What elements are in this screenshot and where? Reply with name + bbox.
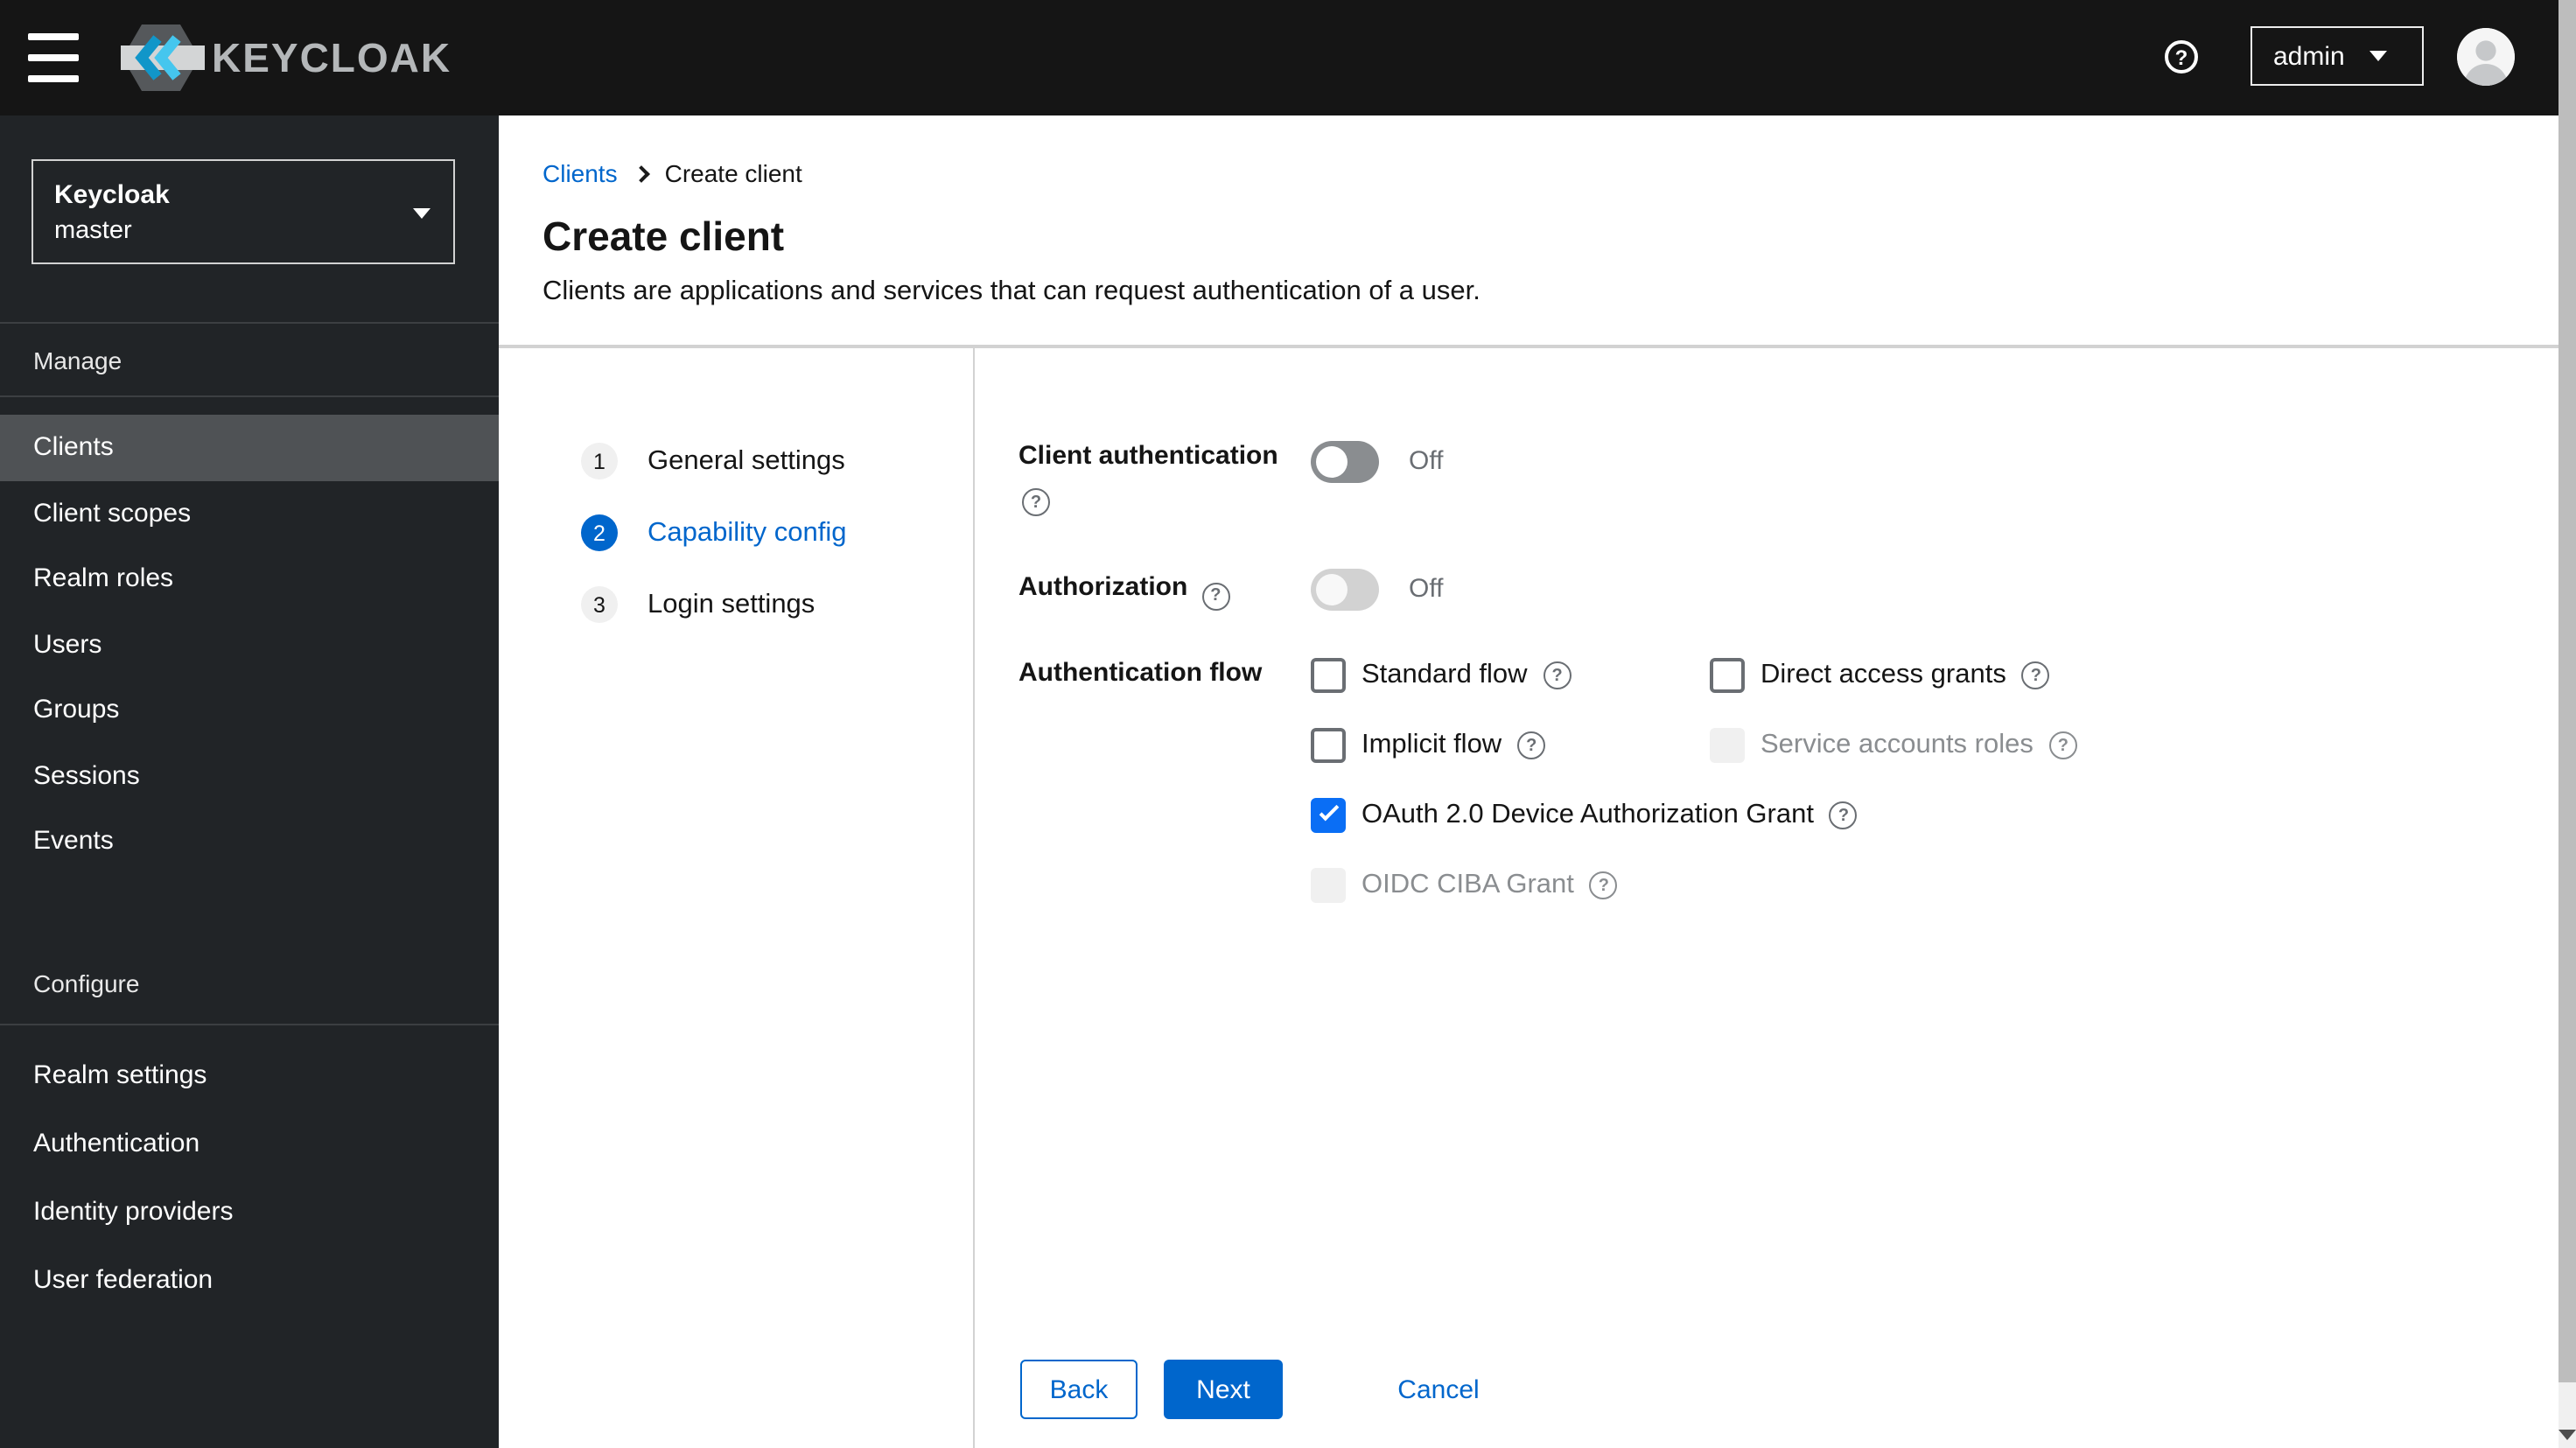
toggle-knob [1316, 446, 1348, 478]
scrollbar-thumb[interactable] [2558, 0, 2576, 1382]
chevron-down-icon [2369, 51, 2387, 61]
user-dropdown[interactable]: admin [2250, 26, 2424, 86]
breadcrumb-current: Create client [664, 159, 802, 187]
checkbox-implicit-flow[interactable]: Implicit flow ? [1311, 728, 1710, 763]
page-subtitle: Clients are applications and services th… [542, 276, 1480, 306]
next-button[interactable]: Next [1164, 1360, 1283, 1419]
divider [0, 322, 499, 324]
help-icon[interactable]: ? [1201, 582, 1230, 610]
sidebar-item-realm-roles[interactable]: Realm roles [0, 546, 499, 612]
sidebar-item-identity-providers[interactable]: Identity providers [0, 1178, 499, 1246]
checkbox-direct-access-grants[interactable]: Direct access grants ? [1710, 658, 2077, 693]
wizard-step-capability-config[interactable]: 2 Capability config [581, 497, 846, 569]
step-number: 2 [581, 514, 618, 551]
chevron-down-icon [413, 208, 430, 219]
client-authentication-toggle[interactable] [1311, 441, 1379, 483]
sidebar-item-events[interactable]: Events [0, 808, 499, 874]
checkbox[interactable] [1311, 798, 1346, 833]
checkbox-standard-flow[interactable]: Standard flow ? [1311, 658, 1710, 693]
checkbox [1710, 728, 1745, 763]
sidebar-item-clients[interactable]: Clients [0, 415, 499, 480]
checkbox[interactable] [1710, 658, 1745, 693]
sidebar-item-realm-settings[interactable]: Realm settings [0, 1041, 499, 1109]
user-dropdown-label: admin [2273, 41, 2345, 71]
help-icon[interactable]: ? [2021, 661, 2050, 689]
authentication-flow-label: Authentication flow [1018, 658, 1263, 688]
authorization-label: Authorization? [1018, 572, 1230, 610]
help-icon[interactable]: ? [1022, 488, 1050, 516]
authentication-flow-options: Standard flow ? Direct access grants ? I… [1311, 658, 2077, 938]
sidebar-item-client-scopes[interactable]: Client scopes [0, 480, 499, 546]
divider [0, 1024, 499, 1025]
manage-nav-list: Clients Client scopes Realm roles Users … [0, 415, 499, 874]
help-icon[interactable]: ? [1517, 731, 1546, 759]
authorization-state: Off [1409, 574, 1444, 604]
sidebar: Keycloak master Manage Clients Client sc… [0, 115, 499, 1448]
nav-toggle-button[interactable] [28, 33, 80, 82]
realm-selector-value: master [54, 216, 132, 244]
checkmark-icon [1318, 800, 1339, 821]
help-icon[interactable]: ? [2048, 731, 2077, 759]
chevron-right-icon [632, 164, 650, 182]
sidebar-item-authentication[interactable]: Authentication [0, 1109, 499, 1178]
help-icon[interactable]: ? [1543, 661, 1572, 689]
wizard-step-general-settings[interactable]: 1 General settings [581, 425, 846, 497]
configure-nav-list: Realm settings Authentication Identity p… [0, 1041, 499, 1314]
vertical-scrollbar[interactable] [2558, 0, 2576, 1448]
keycloak-logo: KEYCLOAK [117, 23, 488, 101]
cancel-button[interactable]: Cancel [1393, 1360, 1484, 1419]
divider [0, 395, 499, 397]
brand-wordmark: KEYCLOAK [212, 35, 452, 80]
scroll-down-arrow-icon[interactable] [2558, 1430, 2576, 1440]
realm-selector[interactable]: Keycloak master [32, 159, 455, 264]
main-content: Clients Create client Create client Clie… [499, 115, 2576, 1448]
nav-section-configure: Configure [33, 969, 140, 997]
help-icon[interactable]: ? [1589, 871, 1618, 899]
sidebar-item-users[interactable]: Users [0, 612, 499, 677]
checkbox-oidc-ciba-grant: OIDC CIBA Grant ? [1311, 868, 2077, 903]
realm-selector-title: Keycloak [54, 179, 170, 209]
step-label: Login settings [648, 589, 816, 619]
checkbox[interactable] [1311, 728, 1346, 763]
back-button[interactable]: Back [1020, 1360, 1138, 1419]
wizard-nav: 1 General settings 2 Capability config 3… [499, 348, 975, 1448]
breadcrumb-clients-link[interactable]: Clients [542, 159, 618, 187]
step-label: General settings [648, 445, 845, 475]
sidebar-item-sessions[interactable]: Sessions [0, 743, 499, 808]
step-number: 1 [581, 443, 618, 479]
help-icon[interactable]: ? [2165, 40, 2198, 73]
breadcrumb: Clients Create client [542, 159, 802, 187]
client-authentication-label: Client authentication [1018, 441, 1278, 471]
checkbox[interactable] [1311, 658, 1346, 693]
avatar[interactable] [2457, 28, 2515, 86]
checkbox [1311, 868, 1346, 903]
authorization-toggle [1311, 569, 1379, 611]
client-authentication-state: Off [1409, 446, 1444, 476]
masthead: KEYCLOAK ? admin [0, 0, 2576, 115]
toggle-knob [1316, 574, 1348, 605]
checkbox-service-accounts-roles: Service accounts roles ? [1710, 728, 2077, 763]
nav-section-manage: Manage [33, 346, 122, 374]
step-label: Capability config [648, 517, 847, 547]
app-window: KEYCLOAK ? admin Keycloak master Manage … [0, 0, 2576, 1448]
checkbox-oauth-device-authorization-grant[interactable]: OAuth 2.0 Device Authorization Grant ? [1311, 798, 2077, 833]
page-title: Create client [542, 213, 785, 259]
wizard-step-login-settings[interactable]: 3 Login settings [581, 569, 846, 640]
hamburger-icon [28, 33, 79, 40]
help-icon[interactable]: ? [1829, 801, 1858, 829]
sidebar-item-user-federation[interactable]: User federation [0, 1246, 499, 1314]
sidebar-item-groups[interactable]: Groups [0, 677, 499, 743]
step-number: 3 [581, 586, 618, 623]
